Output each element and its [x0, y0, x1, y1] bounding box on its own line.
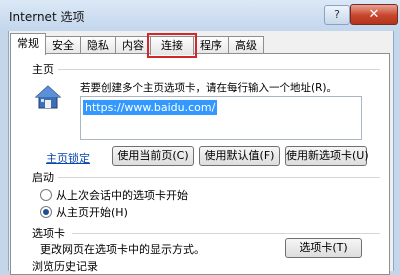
homepage-section-label: 主页	[32, 63, 54, 76]
homepage-instruction: 若要创建多个主页选项卡，请在每行输入一个地址(R)。	[80, 82, 337, 94]
startup-home-radio[interactable]	[40, 206, 52, 218]
title-bar: Internet 选项 ? ✕	[0, 0, 400, 31]
tabs-section-label: 选项卡	[32, 227, 65, 240]
tabs-description: 更改网页在选项卡中的显示方式。	[40, 243, 205, 256]
homepage-divider	[58, 69, 380, 70]
startup-section-label: 启动	[32, 171, 54, 184]
use-new-tab-button[interactable]: 使用新选项卡(U)	[285, 146, 369, 166]
tabs-divider	[72, 233, 380, 234]
window-title: Internet 选项	[9, 10, 85, 24]
startup-last-session-radio[interactable]	[40, 189, 52, 201]
close-button[interactable]: ✕	[350, 4, 398, 25]
homepage-lock-link[interactable]: 主页锁定	[46, 150, 90, 166]
use-current-button[interactable]: 使用当前页(C)	[112, 146, 194, 166]
homepage-url: https://www.baidu.com/	[83, 100, 218, 115]
homepage-textarea[interactable]: https://www.baidu.com/	[80, 96, 362, 140]
startup-divider	[58, 177, 380, 178]
startup-home-label[interactable]: 从主页开始(H)	[56, 204, 128, 220]
startup-last-session-label[interactable]: 从上次会话中的选项卡开始	[56, 187, 188, 203]
tab-general[interactable]: 常规	[10, 33, 46, 55]
history-section-label: 浏览历史记录	[32, 260, 98, 273]
tab-connections[interactable]: 连接	[147, 33, 197, 58]
tabs-settings-button[interactable]: 选项卡(T)	[285, 238, 362, 258]
use-default-button[interactable]: 使用默认值(F)	[199, 146, 280, 166]
home-icon	[34, 85, 62, 109]
radio-selected-dot	[43, 209, 49, 215]
tab-strip: 常规 安全 隐私 内容 连接 程序 高级	[10, 33, 264, 58]
help-button[interactable]: ?	[324, 5, 350, 25]
